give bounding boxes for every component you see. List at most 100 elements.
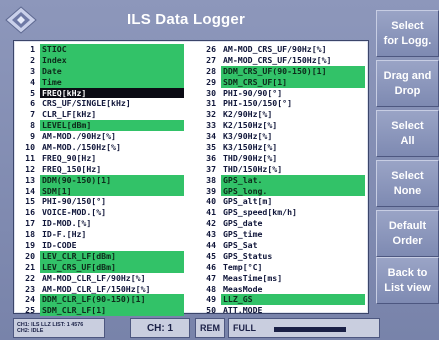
list-item[interactable]: 29 SDM_CRS_UF[1]	[199, 76, 365, 88]
back-to-list-view-button[interactable]: Back to List view	[376, 257, 439, 304]
list-item[interactable]: 50 ATT.MODE	[199, 305, 365, 316]
list-item[interactable]: 31 PHI-150/150[°]	[199, 98, 365, 109]
list-item[interactable]: 43 GPS_time	[199, 229, 365, 240]
list-item[interactable]: 1 STIOC	[18, 44, 184, 55]
list-item-number: 41	[206, 207, 216, 218]
list-item[interactable]: 6 CRS_UF/SINGLE[kHz]	[18, 98, 184, 109]
list-item[interactable]: 47 MeasTime[ms]	[199, 273, 365, 284]
channel-indicator[interactable]: CH: 1	[130, 318, 190, 338]
list-item-label: PHI-90/150[°]	[42, 196, 107, 207]
list-item[interactable]: 4 Time	[18, 76, 184, 88]
list-item-label: GPS_alt[m]	[223, 196, 273, 207]
parameter-list-right-column: 26 AM-MOD_CRS_UF/90Hz[%] 27 AM-MOD_CRS_UF/1…	[199, 44, 365, 316]
list-item[interactable]: 34 K3/90Hz[%]	[199, 131, 365, 142]
list-item-number: 49	[206, 294, 216, 305]
default-order-button[interactable]: Default Order	[376, 210, 439, 257]
list-item[interactable]: 5 FREQ[kHz]	[18, 87, 184, 99]
list-item[interactable]: 46 Temp[°C]	[199, 262, 365, 273]
select-none-button[interactable]: Select None	[376, 160, 439, 207]
list-item[interactable]: 8 LEVEL[dBm]	[18, 120, 184, 132]
drag-and-drop-button-label: Drag and Drop	[383, 69, 432, 97]
select-for-logging-button[interactable]: Select for Logg.	[376, 10, 439, 57]
page-title: ILS Data Logger	[126, 11, 245, 28]
list-item-label: Index	[40, 54, 184, 66]
list-item[interactable]: 19 ID-CODE	[18, 240, 184, 251]
list-item[interactable]: 21 LEV_CRS_UF[dBm]	[18, 261, 184, 273]
list-item[interactable]: 15 PHI-90/150[°]	[18, 196, 184, 207]
ils-data-logger-screen: ILS Data Logger 1 STIOC 2 Index 3 Date 4 Time 5 F…	[0, 0, 439, 340]
list-item[interactable]: 27 AM-MOD_CRS_UF/150Hz[%]	[199, 55, 365, 66]
list-item-number: 23	[25, 283, 35, 294]
list-item[interactable]: 38 GPS_lat.	[199, 174, 365, 186]
list-item[interactable]: 3 Date	[18, 65, 184, 77]
memory-full-indicator: FULL	[228, 318, 380, 338]
list-item[interactable]: 30 PHI-90/90[°]	[199, 88, 365, 99]
list-item[interactable]: 49 LLZ_GS	[199, 294, 365, 306]
list-item[interactable]: 45 GPS_Status	[199, 251, 365, 262]
list-item[interactable]: 13 DDM(90-150)[1]	[18, 174, 184, 186]
list-item[interactable]: 14 SDM[1]	[18, 185, 184, 197]
list-item-label: SDM_CLR_LF[1]	[40, 305, 184, 317]
select-for-logging-button-label: Select for Logg.	[383, 19, 432, 47]
list-item[interactable]: 2 Index	[18, 54, 184, 66]
list-item-label: ID-F.[Hz]	[42, 229, 87, 240]
list-item-number: 44	[206, 240, 216, 251]
list-item[interactable]: 7 CLR_LF[kHz]	[18, 109, 184, 120]
list-item-label: AM-MOD_CLR_LF/90Hz[%]	[42, 272, 146, 283]
list-item[interactable]: 16 VOICE-MOD.[%]	[18, 207, 184, 218]
list-item[interactable]: 10 AM-MOD./150Hz[%]	[18, 142, 184, 153]
select-all-button[interactable]: Select All	[376, 110, 439, 157]
list-item[interactable]: 48 MeasMode	[199, 284, 365, 295]
parameter-list: 1 STIOC 2 Index 3 Date 4 Time 5 FREQ[kHz] 6 CRS_UF/…	[13, 40, 369, 317]
list-item-label: K3/150Hz[%]	[223, 142, 278, 153]
list-item-number: 36	[206, 152, 216, 163]
list-item-number: 16	[25, 207, 35, 218]
list-item[interactable]: 11 FREQ_90[Hz]	[18, 153, 184, 164]
list-item[interactable]: 39 GPS_long.	[199, 185, 365, 197]
list-item[interactable]: 23 AM-MOD_CLR_LF/150Hz[%]	[18, 284, 184, 295]
list-item-number: 11	[25, 152, 35, 163]
list-item-number: 29	[206, 76, 216, 87]
list-item-number: 18	[25, 229, 35, 240]
list-item-number: 39	[206, 185, 216, 196]
list-item-label: CRS_UF/SINGLE[kHz]	[42, 98, 131, 109]
channel-info-line-2: CH2: IDLE	[17, 328, 44, 334]
parameter-list-left-column: 1 STIOC 2 Index 3 Date 4 Time 5 FREQ[kHz] 6 CRS_UF/…	[18, 44, 184, 317]
list-item[interactable]: 36 THD/90Hz[%]	[199, 153, 365, 164]
list-item-label: Time	[40, 76, 184, 88]
list-item[interactable]: 42 GPS_date	[199, 218, 365, 229]
list-item[interactable]: 28 DDM_CRS_UF(90-150)[1]	[199, 65, 365, 77]
list-item[interactable]: 17 ID-MOD.[%]	[18, 218, 184, 229]
list-item[interactable]: 9 AM-MOD./90Hz[%]	[18, 131, 184, 142]
list-item-number: 14	[25, 185, 35, 196]
list-item[interactable]: 33 K2/150Hz[%]	[199, 120, 365, 131]
list-item[interactable]: 25 SDM_CLR_LF[1]	[18, 305, 184, 317]
list-item[interactable]: 32 K2/90Hz[%]	[199, 109, 365, 120]
list-item-label: Temp[°C]	[223, 261, 263, 272]
list-item-number: 19	[25, 240, 35, 251]
list-item-number: 24	[25, 294, 35, 305]
list-item[interactable]: 20 LEV_CLR_LF[dBm]	[18, 250, 184, 262]
list-item-label: SDM_CRS_UF[1]	[221, 76, 365, 88]
list-item[interactable]: 44 GPS_Sat	[199, 240, 365, 251]
list-item[interactable]: 41 GPS_speed[km/h]	[199, 207, 365, 218]
list-item[interactable]: 22 AM-MOD_CLR_LF/90Hz[%]	[18, 273, 184, 284]
list-item-label: STIOC	[40, 44, 184, 55]
list-item[interactable]: 12 FREQ_150[Hz]	[18, 164, 184, 175]
list-item-label: DDM_CLR_LF(90-150)[1]	[40, 294, 184, 306]
list-item[interactable]: 26 AM-MOD_CRS_UF/90Hz[%]	[199, 44, 365, 55]
list-item-number: 30	[206, 87, 216, 98]
list-item-number: 1	[30, 44, 35, 54]
list-item-label: MeasMode	[223, 283, 263, 294]
list-item-number: 17	[25, 218, 35, 229]
list-item[interactable]: 24 DDM_CLR_LF(90-150)[1]	[18, 294, 184, 306]
list-item[interactable]: 40 GPS_alt[m]	[199, 196, 365, 207]
back-to-list-view-button-label: Back to List view	[384, 266, 431, 294]
list-item-label: FREQ_90[Hz]	[42, 152, 97, 163]
list-item[interactable]: 35 K3/150Hz[%]	[199, 142, 365, 153]
list-item[interactable]: 37 THD/150Hz[%]	[199, 164, 365, 175]
drag-and-drop-button[interactable]: Drag and Drop	[376, 60, 439, 107]
list-item-label: DDM(90-150)[1]	[40, 174, 184, 186]
list-item[interactable]: 18 ID-F.[Hz]	[18, 229, 184, 240]
list-item-label: LEV_CLR_LF[dBm]	[40, 250, 184, 262]
